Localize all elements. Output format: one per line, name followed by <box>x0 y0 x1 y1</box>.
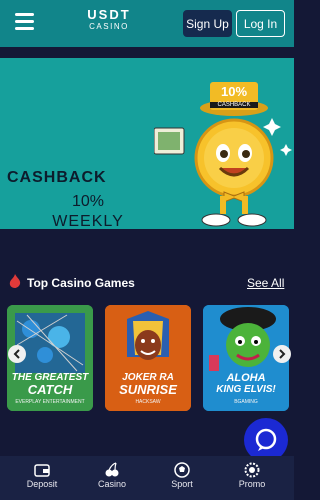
nav-label: Deposit <box>26 479 58 489</box>
top-bar: USDT CASINO Sign Up Log In <box>0 0 294 47</box>
game-vendor: HACKSAW <box>135 399 161 405</box>
hat-badge-label: CASHBACK <box>217 102 250 108</box>
wallet-icon <box>34 464 50 477</box>
section-title: Top Casino Games <box>27 276 135 290</box>
fire-icon <box>9 274 21 288</box>
see-all-link[interactable]: See All <box>247 276 284 290</box>
games-carousel: THE GREATEST CATCH EVERPLAY ENTERTAINMEN… <box>0 305 294 411</box>
chat-bubble-icon <box>255 428 277 451</box>
nav-item-deposit[interactable]: Deposit <box>12 456 72 500</box>
nav-label: Casino <box>97 479 126 489</box>
carousel-prev-button[interactable] <box>8 345 26 363</box>
carousel-next-button[interactable] <box>273 345 291 363</box>
sign-up-button[interactable]: Sign Up <box>183 10 232 37</box>
banner-title: CASHBACK <box>7 169 107 186</box>
nav-item-promo[interactable]: Promo <box>222 456 282 500</box>
logo-casino-text: CASINO <box>89 22 129 31</box>
site-logo[interactable]: USDT CASINO <box>84 8 134 31</box>
nav-item-casino[interactable]: Casino <box>82 456 142 500</box>
chevron-right-icon <box>279 349 286 359</box>
chevron-left-icon <box>13 349 20 359</box>
hat-badge-value: 10% <box>221 84 247 99</box>
banner-percent: 10% <box>71 193 105 210</box>
banner-weekly: WEEKLY <box>52 213 124 229</box>
cashback-banner[interactable]: CASHBACK 10% WEEKLY 10% CASHBACK <box>0 58 294 229</box>
gear-badge-icon <box>244 462 260 478</box>
game-title-line2: CATCH <box>27 382 73 397</box>
top-casino-games-header: Top Casino Games See All <box>0 272 294 294</box>
coin-mascot-illustration: 10% CASHBACK <box>154 82 292 227</box>
game-vendor: EVERPLAY ENTERTAINMENT <box>15 399 85 405</box>
bottom-navigation: Deposit Casino Sport Promo <box>0 456 294 500</box>
game-vendor: BGAMING <box>234 399 258 405</box>
cherries-icon <box>105 462 119 477</box>
game-title-line2: KING ELVIS! <box>216 384 276 395</box>
game-card-joker-ra-sunrise[interactable]: JOKER RA SUNRISE HACKSAW <box>105 305 191 411</box>
soccer-ball-icon <box>174 462 190 478</box>
logo-usdt-text: USDT <box>87 7 131 22</box>
nav-item-sport[interactable]: Sport <box>152 456 212 500</box>
nav-label: Sport <box>171 479 193 489</box>
nav-label: Promo <box>238 479 266 489</box>
log-in-button[interactable]: Log In <box>236 10 285 37</box>
game-title-line1: ALOHA <box>226 372 266 384</box>
game-title-line2: SUNRISE <box>119 382 177 397</box>
hamburger-icon[interactable] <box>15 13 34 30</box>
